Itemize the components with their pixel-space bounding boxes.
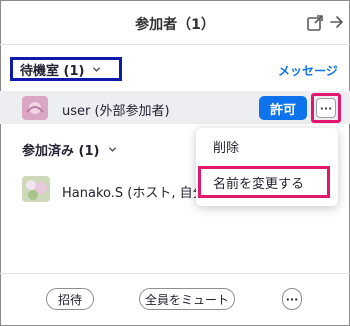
waiting-room-header[interactable]: 待機室 (1) xyxy=(10,57,122,81)
menu-item-rename-label: 名前を変更する xyxy=(213,176,305,192)
message-link[interactable]: メッセージ xyxy=(278,62,338,79)
menu-item-rename[interactable]: 名前を変更する xyxy=(198,166,330,198)
panel-title: 参加者（1） xyxy=(135,17,215,33)
close-icon[interactable] xyxy=(328,13,346,31)
chevron-down-icon xyxy=(93,66,101,72)
mute-all-button[interactable]: 全員をミュート xyxy=(139,288,235,310)
waiting-user-more-button[interactable]: ··· xyxy=(311,93,341,123)
chevron-down-icon xyxy=(109,147,117,152)
host-name: Hanako.S (ホスト, 自分) xyxy=(62,186,211,201)
invite-button[interactable]: 招待 xyxy=(46,288,94,310)
popout-icon[interactable] xyxy=(306,14,324,32)
joined-header[interactable]: 参加済み (1) xyxy=(22,140,117,159)
footer-divider xyxy=(0,273,350,274)
menu-item-delete[interactable]: 削除 xyxy=(213,137,239,156)
host-avatar xyxy=(22,176,50,202)
admit-button[interactable]: 許可 xyxy=(259,96,307,120)
waiting-user-name: user (外部参加者) xyxy=(62,104,170,119)
title-divider xyxy=(0,44,350,45)
more-icon: ··· xyxy=(316,98,336,118)
waiting-user-avatar xyxy=(22,96,48,120)
waiting-room-header-label: 待機室 (1) xyxy=(20,63,85,79)
joined-header-label: 参加済み (1) xyxy=(22,144,100,159)
footer-more-button[interactable]: ··· xyxy=(282,288,302,310)
